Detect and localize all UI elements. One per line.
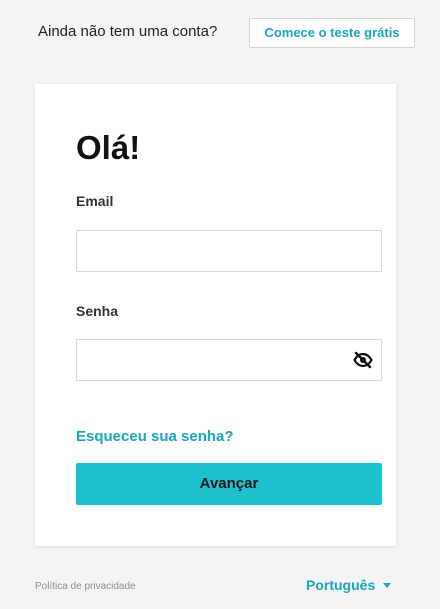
- signup-prompt-bar: Ainda não tem uma conta? Comece o teste …: [0, 18, 440, 50]
- language-selector[interactable]: Português: [306, 575, 392, 595]
- submit-button[interactable]: Avançar: [76, 463, 382, 505]
- email-label: Email: [76, 193, 114, 209]
- start-trial-button[interactable]: Comece o teste grátis: [249, 18, 415, 48]
- chevron-down-icon: [383, 582, 392, 588]
- privacy-policy-link[interactable]: Política de privacidade: [35, 580, 136, 594]
- login-card: Olá! Email Senha Esqueceu sua senha? Ava…: [35, 84, 396, 546]
- language-label: Português: [306, 577, 376, 593]
- forgot-password-link[interactable]: Esqueceu sua senha?: [76, 427, 234, 447]
- eye-slash-icon[interactable]: [352, 350, 374, 370]
- email-input[interactable]: [76, 230, 382, 272]
- password-input[interactable]: [76, 339, 382, 381]
- signup-prompt-text: Ainda não tem uma conta?: [38, 23, 218, 40]
- page-title: Olá!: [76, 129, 141, 166]
- password-label: Senha: [76, 303, 119, 319]
